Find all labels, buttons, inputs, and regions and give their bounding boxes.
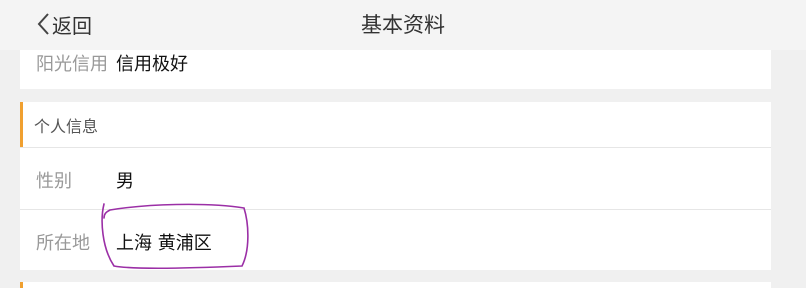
credit-label: 阳光信用: [36, 54, 108, 75]
location-value: 上海 黄浦区: [116, 233, 212, 254]
navigation-bar: 返回 基本资料: [0, 0, 806, 50]
next-section: [20, 282, 771, 288]
divider: [20, 147, 771, 148]
location-label: 所在地: [36, 233, 90, 254]
gender-label: 性别: [36, 171, 72, 192]
section-accent-bar: [20, 102, 23, 147]
profile-screen: 返回 基本资料 阳光信用 信用极好 个人信息 性别 男 所在地 上海 黄浦区: [0, 0, 806, 288]
section-title: 个人信息: [34, 117, 99, 136]
page-title: 基本资料: [361, 13, 445, 37]
gender-value: 男: [116, 171, 134, 192]
personal-info-section: 个人信息 性别 男 所在地 上海 黄浦区: [20, 102, 771, 270]
section-accent-bar: [20, 282, 23, 288]
credit-value: 信用极好: [116, 54, 188, 75]
divider: [20, 209, 771, 210]
